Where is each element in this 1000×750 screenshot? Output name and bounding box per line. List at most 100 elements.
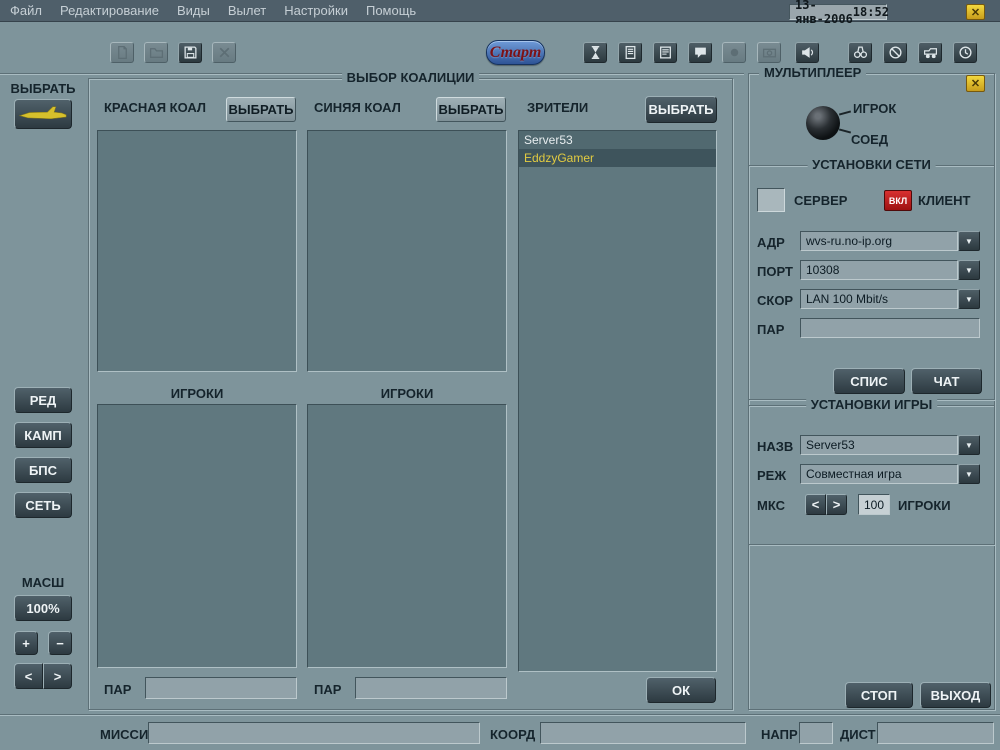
connection-globe-icon (806, 106, 840, 140)
menu-help[interactable]: Помощь (366, 3, 416, 18)
save-icon[interactable] (178, 42, 202, 63)
blue-coalition-label: СИНЯЯ КОАЛ (314, 100, 401, 115)
binoculars-icon[interactable] (848, 42, 872, 63)
close-file-icon[interactable] (212, 42, 236, 63)
ok-button[interactable]: ОК (646, 677, 716, 703)
server-name-combo[interactable]: Server53 (800, 435, 958, 455)
prev-button[interactable]: < (14, 663, 43, 689)
camera-icon[interactable] (757, 42, 781, 63)
list-item-selected[interactable]: EddzyGamer (519, 149, 716, 167)
select-aircraft-button[interactable] (14, 99, 72, 129)
blue-password-input[interactable] (355, 677, 507, 699)
menu-edit[interactable]: Редактирование (60, 3, 159, 18)
briefing-icon[interactable] (618, 42, 642, 63)
multiplayer-title: МУЛЬТИПЛЕЕР (759, 65, 867, 80)
red-coalition-label: КРАСНАЯ КОАЛ (104, 100, 207, 115)
folder-icon[interactable] (144, 42, 168, 63)
clock-icon[interactable] (953, 42, 977, 63)
heading-label: НАПР (761, 727, 798, 742)
app-window: Файл Редактирование Виды Вылет Настройки… (0, 0, 1000, 750)
max-players-input[interactable]: 100 (858, 494, 890, 515)
heading-input[interactable] (799, 722, 833, 744)
editor-button[interactable]: РЕД (14, 387, 72, 413)
blue-players-list[interactable] (307, 404, 507, 668)
spectators-select-button[interactable]: ВЫБРАТЬ (645, 96, 717, 123)
close-icon: ✕ (970, 6, 981, 19)
multiplayer-close-button[interactable]: ✕ (966, 75, 985, 92)
zoom-out-button[interactable]: − (48, 631, 72, 655)
menu-views[interactable]: Виды (177, 3, 210, 18)
campaign-button[interactable]: КАМП (14, 422, 72, 448)
max-players-increment-button[interactable]: > (826, 494, 847, 515)
close-icon: ✕ (970, 78, 981, 90)
player-label: ИГРОК (853, 101, 897, 116)
no-entry-icon[interactable] (883, 42, 907, 63)
network-settings-title: УСТАНОВКИ СЕТИ (807, 157, 936, 172)
stop-button[interactable]: СТОП (845, 682, 913, 708)
port-dropdown-button[interactable]: ▼ (958, 260, 980, 280)
players-count-label: ИГРОКИ (898, 498, 951, 513)
red-select-button[interactable]: ВЫБРАТЬ (226, 97, 296, 122)
window-close-button[interactable]: ✕ (966, 4, 985, 20)
menu-flight[interactable]: Вылет (228, 3, 266, 18)
mission-input[interactable] (148, 722, 480, 744)
net-password-label: ПАР (757, 322, 785, 337)
address-dropdown-button[interactable]: ▼ (958, 231, 980, 251)
network-button[interactable]: СЕТЬ (14, 492, 72, 518)
distance-input[interactable] (877, 722, 994, 744)
record-icon[interactable] (722, 42, 746, 63)
game-mode-dropdown-button[interactable]: ▼ (958, 464, 980, 484)
distance-label: ДИСТ (840, 727, 876, 742)
speed-label: СКОР (757, 293, 794, 308)
coalition-title: ВЫБОР КОАЛИЦИИ (341, 70, 480, 85)
zoom-label: МАСШ (21, 575, 65, 590)
speed-combo[interactable]: LAN 100 Mbit/s (800, 289, 958, 309)
aircraft-icon (18, 104, 67, 125)
statusbar-divider (0, 714, 1000, 715)
client-label: КЛИЕНТ (918, 193, 971, 208)
speed-dropdown-button[interactable]: ▼ (958, 289, 980, 309)
notes-icon[interactable] (653, 42, 677, 63)
game-mode-combo[interactable]: Совместная игра (800, 464, 958, 484)
menu-file[interactable]: Файл (10, 3, 42, 18)
port-combo[interactable]: 10308 (800, 260, 958, 280)
server-name-label: НАЗВ (757, 439, 794, 454)
red-password-input[interactable] (145, 677, 297, 699)
blue-select-button[interactable]: ВЫБРАТЬ (436, 97, 506, 122)
spectators-list[interactable]: Server53 EddzyGamer (518, 130, 717, 672)
zoom-level-button[interactable]: 100% (14, 595, 72, 621)
coord-input[interactable] (540, 722, 746, 744)
chevron-down-icon: ▼ (965, 236, 973, 246)
zoom-in-button[interactable]: + (14, 631, 38, 655)
quick-mission-button[interactable]: БПС (14, 457, 72, 483)
file-icon[interactable] (110, 42, 134, 63)
chevron-down-icon: ▼ (965, 265, 973, 275)
game-mode-label: РЕЖ (757, 468, 787, 483)
server-name-dropdown-button[interactable]: ▼ (958, 435, 980, 455)
port-label: ПОРТ (757, 264, 793, 279)
hourglass-icon[interactable] (583, 42, 607, 63)
chat-button[interactable]: ЧАТ (911, 368, 982, 394)
menu-options[interactable]: Настройки (284, 3, 348, 18)
list-item[interactable]: Server53 (519, 131, 716, 149)
chevron-down-icon: ▼ (965, 440, 973, 450)
exit-button[interactable]: ВЫХОД (920, 682, 991, 708)
next-button[interactable]: > (43, 663, 72, 689)
red-players-list[interactable] (97, 404, 297, 668)
speaker-icon[interactable] (795, 42, 819, 63)
blue-players-label: ИГРОКИ (380, 386, 434, 401)
client-on-toggle[interactable]: ВКЛ (884, 190, 912, 211)
chat-bubble-icon[interactable] (688, 42, 712, 63)
red-coalition-list[interactable] (97, 130, 297, 372)
aircraft-select-label: ВЫБРАТЬ (10, 81, 76, 96)
address-combo[interactable]: wvs-ru.no-ip.org (800, 231, 958, 251)
net-password-input[interactable] (800, 318, 980, 338)
start-button[interactable]: Старт (486, 40, 545, 65)
max-players-decrement-button[interactable]: < (805, 494, 826, 515)
server-checkbox[interactable] (757, 188, 785, 212)
blue-coalition-list[interactable] (307, 130, 507, 372)
address-label: АДР (757, 235, 785, 250)
game-settings-title: УСТАНОВКИ ИГРЫ (805, 397, 938, 412)
vehicle-icon[interactable] (918, 42, 942, 63)
player-list-button[interactable]: СПИС (833, 368, 905, 394)
